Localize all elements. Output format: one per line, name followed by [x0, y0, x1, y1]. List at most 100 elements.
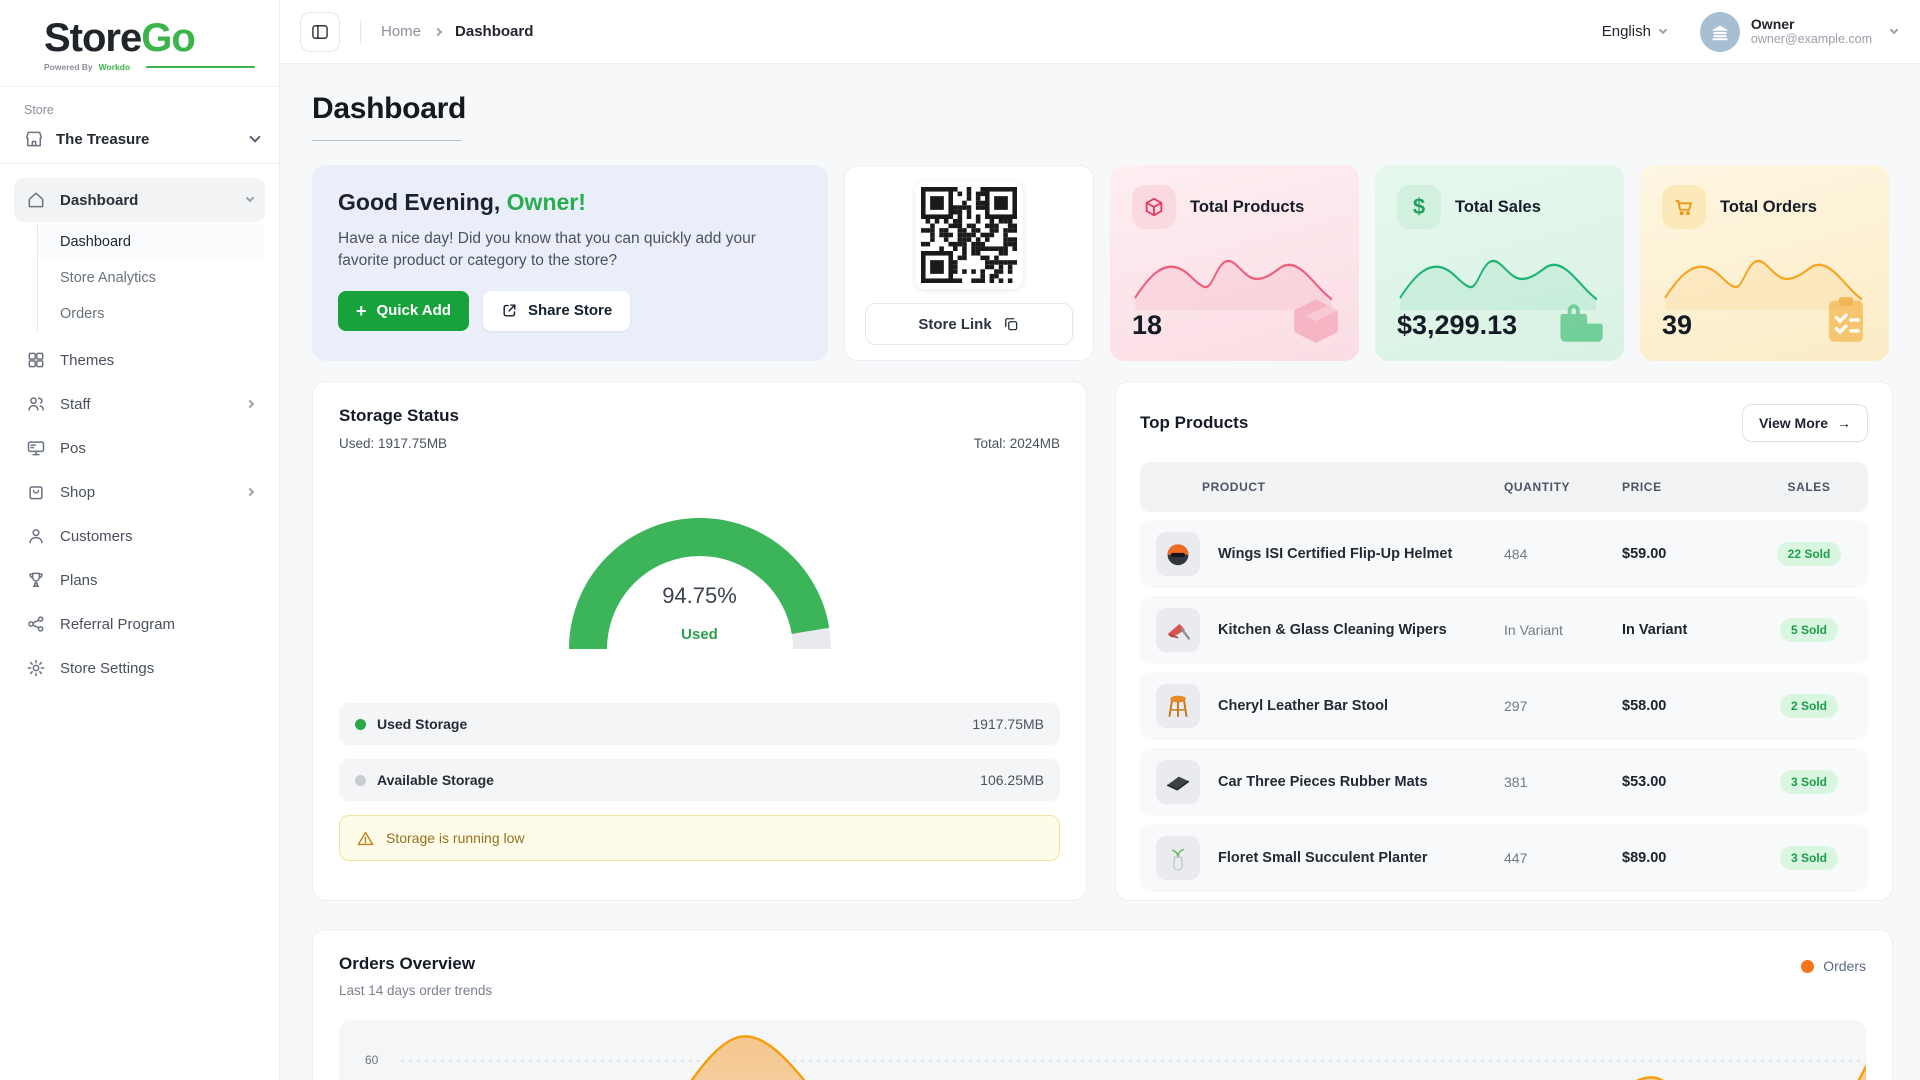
table-row[interactable]: Kitchen & Glass Cleaning Wipers In Varia… — [1140, 596, 1868, 664]
stat-card-total-sales: $ Total Sales $3,299.13 — [1375, 165, 1624, 361]
sidebar-toggle-button[interactable] — [300, 12, 340, 52]
sidebar-subitem-dashboard[interactable]: Dashboard — [38, 224, 265, 260]
sidebar-item-label: Store Settings — [60, 660, 253, 677]
dollar-icon: $ — [1397, 185, 1441, 229]
sidebar-item-label: Plans — [60, 572, 253, 589]
summary-cards-row: Good Evening, Owner! Have a nice day! Di… — [312, 165, 1893, 361]
table-row[interactable]: Wings ISI Certified Flip-Up Helmet 484 $… — [1140, 520, 1868, 588]
view-more-button[interactable]: View More → — [1742, 404, 1868, 442]
breadcrumb: Home Dashboard — [381, 23, 533, 40]
dashboard-subtree: Dashboard Store Analytics Orders — [37, 224, 265, 332]
chevron-right-icon — [246, 488, 254, 496]
product-image-stool — [1156, 684, 1200, 728]
brand-name-dark: Store — [44, 16, 141, 60]
sidebar-item-store-settings[interactable]: Store Settings — [14, 646, 265, 690]
sales-badge: 5 Sold — [1780, 618, 1838, 642]
person-icon — [26, 526, 46, 546]
sidebar-item-pos[interactable]: Pos — [14, 426, 265, 470]
greeting-title: Good Evening, Owner! — [338, 189, 802, 216]
cube-icon — [1132, 185, 1176, 229]
greeting-card: Good Evening, Owner! Have a nice day! Di… — [312, 165, 828, 361]
top-header: Home Dashboard English Owner owner@examp… — [280, 0, 1920, 64]
sidebar-item-label: Referral Program — [60, 616, 253, 633]
sidebar-item-staff[interactable]: Staff — [14, 382, 265, 426]
qr-code-image — [921, 187, 1017, 283]
breadcrumb-current: Dashboard — [455, 23, 533, 40]
share-store-button[interactable]: Share Store — [483, 291, 630, 331]
copy-icon — [1002, 315, 1020, 333]
breadcrumb-separator-icon — [434, 27, 442, 35]
gear-icon — [26, 658, 46, 678]
storage-gauge: 94.75% Used — [550, 491, 850, 659]
sidebar-item-dashboard[interactable]: Dashboard — [14, 178, 265, 222]
greeting-user-name: Owner! — [507, 189, 586, 215]
orders-legend: Orders — [1801, 958, 1866, 974]
warning-icon — [356, 829, 375, 848]
sidebar-item-label: Pos — [60, 440, 253, 457]
store-selector[interactable]: The Treasure — [24, 129, 259, 149]
storage-status-panel: Storage Status Used: 1917.75MB Total: 20… — [312, 381, 1087, 901]
orange-dot-icon — [1801, 960, 1814, 973]
language-selector[interactable]: English — [1602, 23, 1666, 40]
table-row[interactable]: Car Three Pieces Rubber Mats 381 $53.00 … — [1140, 748, 1868, 816]
user-meta: Owner owner@example.com — [1751, 16, 1872, 46]
brand-logo[interactable]: StoreGo Powered By Workdo — [0, 0, 279, 87]
greeting-actions: + Quick Add Share Store — [338, 291, 802, 331]
sidebar-subitem-store-analytics[interactable]: Store Analytics — [38, 260, 265, 296]
chevron-right-icon — [246, 400, 254, 408]
sidebar-item-label: Staff — [60, 396, 233, 413]
sidebar-item-label: Shop — [60, 484, 233, 501]
store-qr-code — [915, 181, 1023, 289]
title-underline — [312, 140, 462, 141]
used-storage-row: Used Storage 1917.75MB — [339, 703, 1060, 745]
sidebar-item-shop[interactable]: Shop — [14, 470, 265, 514]
sidebar: StoreGo Powered By Workdo Store The Trea… — [0, 0, 280, 1080]
stat-value: 39 — [1662, 310, 1867, 341]
sales-badge: 3 Sold — [1780, 770, 1838, 794]
store-section: Store The Treasure — [0, 87, 279, 164]
chevron-down-icon — [246, 194, 254, 202]
user-menu[interactable]: Owner owner@example.com — [1700, 12, 1897, 52]
orders-area-chart — [401, 1020, 1866, 1080]
share-nodes-icon — [26, 614, 46, 634]
app-root: StoreGo Powered By Workdo Store The Trea… — [0, 0, 1920, 1080]
sales-badge: 22 Sold — [1777, 542, 1842, 566]
building-icon — [1709, 21, 1731, 43]
products-table-header: PRODUCT QUANTITY PRICE SALES — [1140, 462, 1868, 512]
sidebar-item-label: Themes — [60, 352, 253, 369]
storage-title: Storage Status — [339, 406, 1060, 426]
sidebar-item-themes[interactable]: Themes — [14, 338, 265, 382]
sidebar-subitem-orders[interactable]: Orders — [38, 296, 265, 332]
greeting-message: Have a nice day! Did you know that you c… — [338, 228, 788, 273]
page-title: Dashboard — [312, 92, 1893, 126]
store-section-label: Store — [24, 103, 259, 117]
store-link-button[interactable]: Store Link — [865, 303, 1073, 345]
sidebar-item-label: Dashboard — [60, 192, 233, 209]
green-dot-icon — [355, 719, 366, 730]
sidebar-item-referral-program[interactable]: Referral Program — [14, 602, 265, 646]
quick-add-button[interactable]: + Quick Add — [338, 291, 469, 331]
y-axis-tick: 60 — [365, 1053, 378, 1067]
stat-title: Total Sales — [1455, 198, 1541, 217]
sidebar-item-customers[interactable]: Customers — [14, 514, 265, 558]
table-row[interactable]: Floret Small Succulent Planter 447 $89.0… — [1140, 824, 1868, 892]
breadcrumb-home[interactable]: Home — [381, 23, 421, 40]
product-image-planter — [1156, 836, 1200, 880]
store-name: The Treasure — [56, 131, 239, 148]
table-row[interactable]: Cheryl Leather Bar Stool 297 $58.00 2 So… — [1140, 672, 1868, 740]
stat-card-total-products: Total Products 18 — [1110, 165, 1359, 361]
sidebar-item-plans[interactable]: Plans — [14, 558, 265, 602]
powered-brand: Workdo — [99, 62, 130, 72]
header-divider — [360, 20, 361, 44]
top-products-title: Top Products — [1140, 413, 1248, 433]
orders-overview-panel: Orders Overview Last 14 days order trend… — [312, 929, 1893, 1080]
trophy-icon — [26, 570, 46, 590]
cart-icon — [1662, 185, 1706, 229]
arrow-right-icon: → — [1837, 415, 1851, 431]
orders-chart-area: 60 — [339, 1020, 1866, 1080]
gauge-label: Used — [550, 626, 850, 643]
available-storage-row: Available Storage 106.25MB — [339, 759, 1060, 801]
avatar — [1700, 12, 1740, 52]
sales-badge: 2 Sold — [1780, 694, 1838, 718]
product-image-mats — [1156, 760, 1200, 804]
